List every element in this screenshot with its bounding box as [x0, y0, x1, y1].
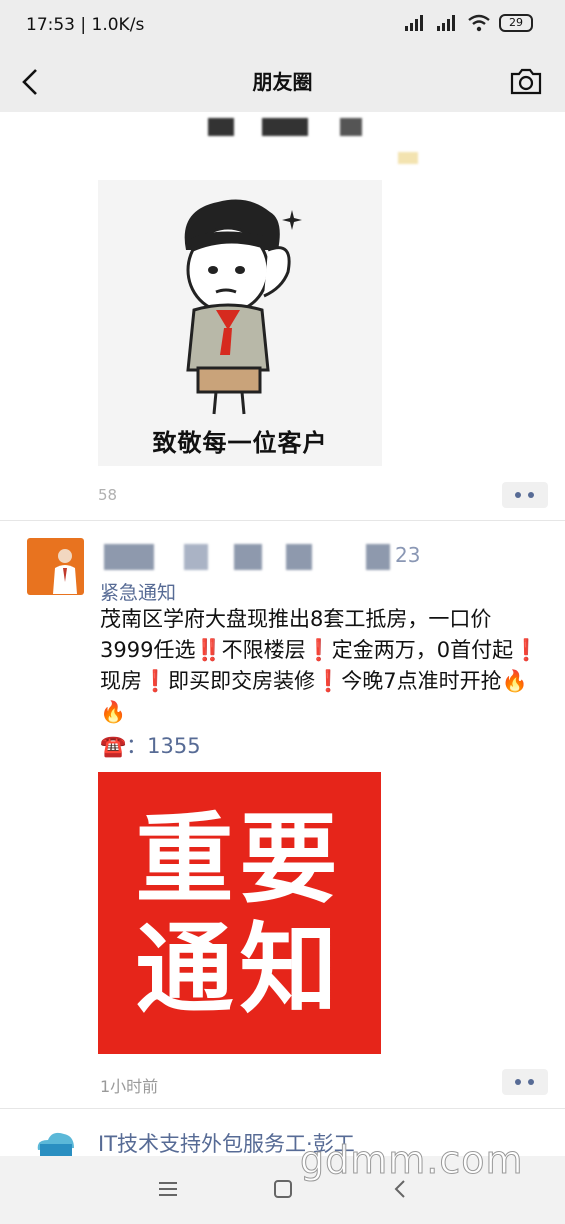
- status-bar: 17:53 | 1.0K/s 29: [0, 0, 565, 52]
- page-title: 朋友圈: [252, 70, 313, 94]
- phone-icon: ☎️: [100, 734, 127, 758]
- nav-bar: 朋友圈: [0, 52, 565, 112]
- home-icon[interactable]: [270, 1176, 296, 1202]
- notice-line-1: 重要: [135, 803, 344, 917]
- cloud-logo-icon: [37, 1132, 74, 1156]
- post1-blurred-text: [98, 112, 438, 182]
- post-divider: [0, 1108, 565, 1109]
- battery-indicator: 29: [499, 14, 533, 32]
- post2-name[interactable]: 23: [395, 543, 420, 567]
- sticker-image[interactable]: 致敬每一位客户: [98, 180, 382, 466]
- avatar-person-icon: [53, 549, 77, 594]
- post-divider: [0, 520, 565, 521]
- status-time: 17:53 | 1.0K/s: [26, 15, 145, 35]
- phone-number[interactable]: ：1355: [126, 734, 200, 758]
- post2-blurred-name: [104, 540, 434, 572]
- post1-more-button[interactable]: [502, 482, 548, 508]
- status-icons: 29: [403, 13, 533, 33]
- signal-icon: [405, 15, 423, 31]
- post2-more-button[interactable]: [502, 1069, 548, 1095]
- post1-time: 58: [98, 486, 118, 504]
- avatar[interactable]: [27, 538, 84, 595]
- post2-phone[interactable]: ☎️：1355: [100, 730, 201, 760]
- cartoon-boy-icon: [184, 199, 302, 415]
- post2-header: 紧急通知: [100, 582, 177, 604]
- notice-image[interactable]: 重要 通知: [98, 772, 381, 1054]
- camera-icon[interactable]: [509, 66, 543, 96]
- watermark: gdmm.com: [300, 1138, 524, 1183]
- signal-hd-icon: [437, 15, 455, 31]
- post2-time: 1小时前: [100, 1077, 159, 1096]
- wifi-icon: [468, 14, 490, 32]
- sticker-caption: 致敬每一位客户: [152, 429, 328, 457]
- menu-icon[interactable]: [155, 1176, 181, 1202]
- post2-text: 茂南区学府大盘现推出8套工抵房，一口价3999任选‼️不限楼层❗定金两万，0首付…: [100, 607, 540, 724]
- notice-line-2: 通知: [135, 913, 344, 1027]
